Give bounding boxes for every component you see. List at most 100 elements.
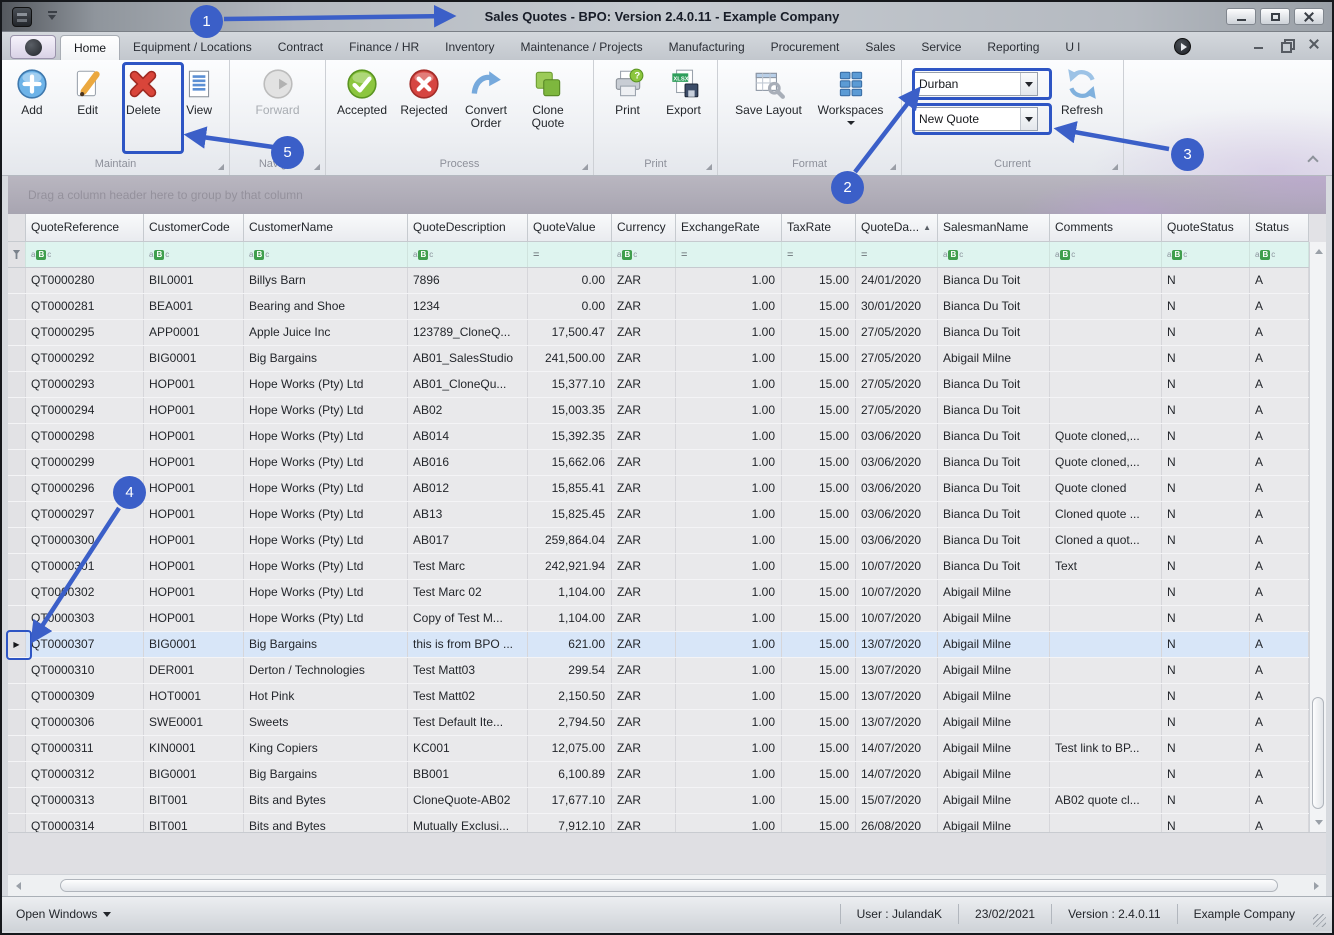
filter-cell[interactable]: aBc = [856,242,938,267]
cell[interactable]: Bianca Du Toit [938,398,1050,423]
cell[interactable]: 7896 [408,268,528,293]
minimize-button[interactable] [1226,8,1256,25]
filter-cell[interactable]: aBc = [1162,242,1250,267]
row-header-cell[interactable]: ▶ [8,346,26,371]
table-row[interactable]: ▶ QT0000303 HOP001 Hope Works (Pty) Ltd … [8,606,1309,632]
cell[interactable]: N [1162,528,1250,553]
cell[interactable]: 259,864.04 [528,528,612,553]
cell[interactable] [1050,398,1162,423]
mdi-close-button[interactable] [1308,38,1320,50]
convert-order-button[interactable]: Convert Order [458,64,514,152]
scroll-up-icon[interactable] [1312,245,1325,258]
cell[interactable]: ZAR [612,476,676,501]
cell[interactable]: 1.00 [676,502,782,527]
cell[interactable]: 15.00 [782,684,856,709]
cell[interactable]: Hope Works (Pty) Ltd [244,580,408,605]
cell[interactable]: QT0000314 [26,814,144,832]
cell[interactable]: 14/07/2020 [856,762,938,787]
filter-cell[interactable]: aBc = [676,242,782,267]
cell[interactable]: Cloned a quot... [1050,528,1162,553]
table-row[interactable]: ▶ QT0000297 HOP001 Hope Works (Pty) Ltd … [8,502,1309,528]
cell[interactable]: 15/07/2020 [856,788,938,813]
column-header[interactable]: Comments ▲ [1050,214,1162,241]
table-row[interactable]: ▶ QT0000298 HOP001 Hope Works (Pty) Ltd … [8,424,1309,450]
vertical-scrollbar[interactable] [1309,242,1326,832]
cell[interactable]: ZAR [612,398,676,423]
cell[interactable]: Hope Works (Pty) Ltd [244,502,408,527]
table-row[interactable]: ▶ QT0000302 HOP001 Hope Works (Pty) Ltd … [8,580,1309,606]
cell[interactable]: A [1250,762,1309,787]
cell[interactable]: AB012 [408,476,528,501]
filter-cell[interactable]: aBc = [408,242,528,267]
table-row[interactable]: ▶ QT0000313 BIT001 Bits and Bytes CloneQ… [8,788,1309,814]
cell[interactable]: ZAR [612,346,676,371]
cell[interactable]: 10/07/2020 [856,606,938,631]
cell[interactable]: N [1162,632,1250,657]
cell[interactable]: ZAR [612,606,676,631]
scroll-left-icon[interactable] [12,879,24,892]
cell[interactable]: 241,500.00 [528,346,612,371]
ribbon-tab[interactable]: Inventory [432,35,507,60]
maximize-button[interactable] [1260,8,1290,25]
cell[interactable]: Hope Works (Pty) Ltd [244,528,408,553]
cell[interactable]: 15,377.10 [528,372,612,397]
cell[interactable]: HOP001 [144,502,244,527]
cell[interactable]: ZAR [612,528,676,553]
row-header-cell[interactable]: ▶ [8,762,26,787]
horizontal-scrollbar[interactable] [8,874,1326,896]
cell[interactable]: Abigail Milne [938,710,1050,735]
cell[interactable]: 1.00 [676,554,782,579]
cell[interactable]: 30/01/2020 [856,294,938,319]
resize-grip[interactable] [1313,913,1326,927]
cell[interactable]: Abigail Milne [938,658,1050,683]
cell[interactable]: 1.00 [676,606,782,631]
cell[interactable]: 15.00 [782,788,856,813]
cell[interactable]: Quote cloned [1050,476,1162,501]
cell[interactable] [1050,762,1162,787]
cell[interactable]: Hope Works (Pty) Ltd [244,372,408,397]
cell[interactable]: ZAR [612,762,676,787]
cell[interactable]: 0.00 [528,268,612,293]
cell[interactable]: 1.00 [676,684,782,709]
cell[interactable]: 123789_CloneQ... [408,320,528,345]
cell[interactable]: KC001 [408,736,528,761]
table-row[interactable]: ▶ QT0000299 HOP001 Hope Works (Pty) Ltd … [8,450,1309,476]
mdi-minimize-button[interactable] [1252,38,1264,50]
cell[interactable]: Abigail Milne [938,580,1050,605]
cell[interactable]: A [1250,346,1309,371]
cell[interactable]: A [1250,476,1309,501]
cell[interactable]: 1.00 [676,762,782,787]
cell[interactable]: ZAR [612,424,676,449]
dialog-launcher-icon[interactable]: ◢ [218,162,224,171]
table-row[interactable]: ▶ QT0000300 HOP001 Hope Works (Pty) Ltd … [8,528,1309,554]
cell[interactable]: 1.00 [676,320,782,345]
cell[interactable]: 13/07/2020 [856,658,938,683]
cell[interactable]: 15,855.41 [528,476,612,501]
cell[interactable]: APP0001 [144,320,244,345]
cell[interactable]: 26/08/2020 [856,814,938,832]
cell[interactable]: A [1250,294,1309,319]
cell[interactable]: 15.00 [782,346,856,371]
cell[interactable]: 10/07/2020 [856,554,938,579]
cell[interactable]: A [1250,632,1309,657]
ribbon-tab[interactable]: Sales [852,35,908,60]
cell[interactable]: Big Bargains [244,762,408,787]
cell[interactable]: N [1162,606,1250,631]
cell[interactable]: 15.00 [782,606,856,631]
app-icon[interactable] [12,7,32,27]
cell[interactable]: 17,677.10 [528,788,612,813]
cell[interactable]: ZAR [612,580,676,605]
row-header-cell[interactable]: ▶ [8,814,26,832]
cell[interactable]: 15,825.45 [528,502,612,527]
app-menu-button[interactable] [10,35,56,59]
cell[interactable]: N [1162,320,1250,345]
cell[interactable]: 14/07/2020 [856,736,938,761]
cell[interactable]: 15.00 [782,762,856,787]
cell[interactable]: N [1162,502,1250,527]
vertical-scroll-thumb[interactable] [1312,697,1324,809]
cell[interactable]: BIG0001 [144,632,244,657]
cell[interactable]: Cloned quote ... [1050,502,1162,527]
status-filter-select[interactable]: New Quote [912,107,1038,131]
chevron-down-icon[interactable] [1020,73,1037,95]
cell[interactable]: ZAR [612,684,676,709]
